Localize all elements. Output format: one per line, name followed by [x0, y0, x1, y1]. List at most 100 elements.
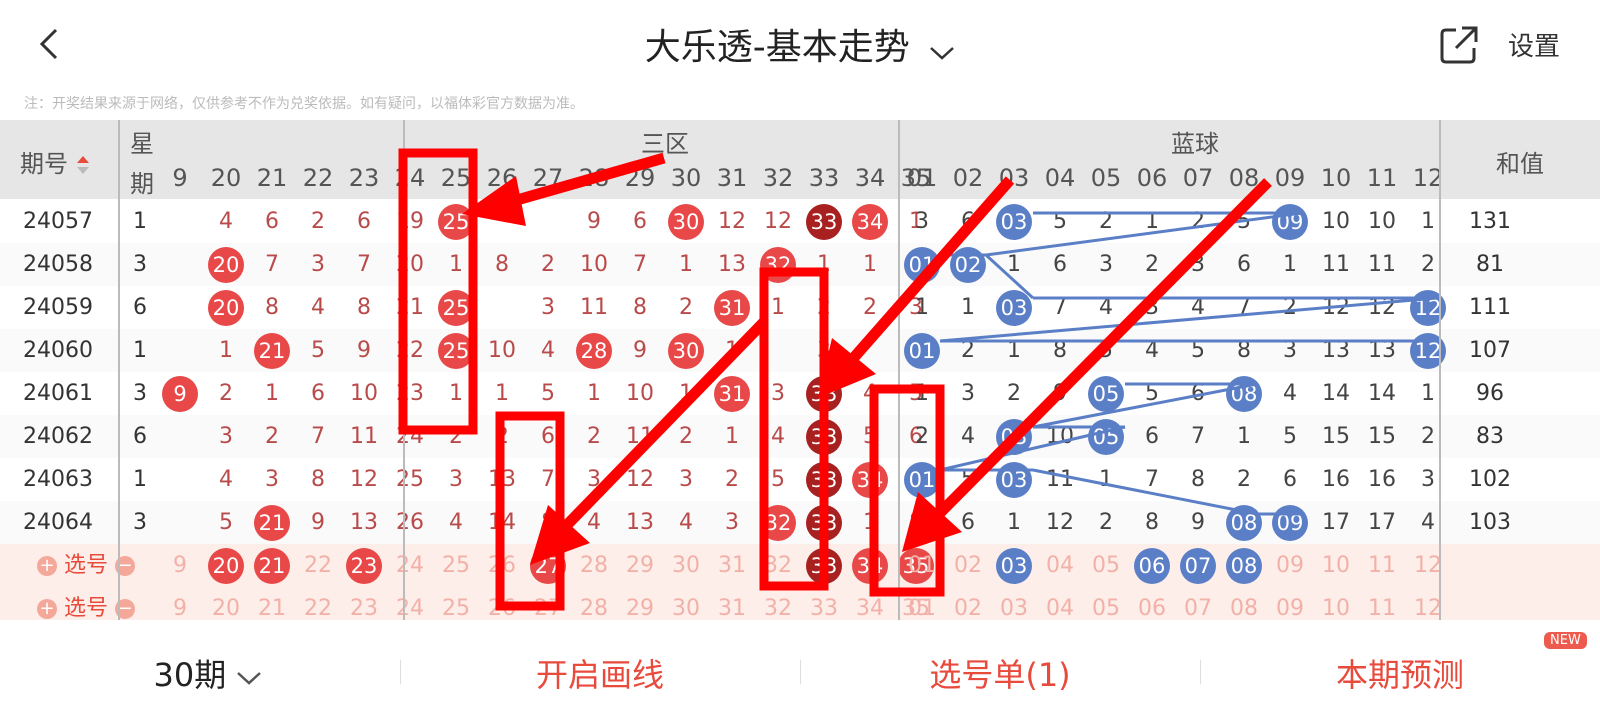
pick-blue-number[interactable]: 04 [1037, 587, 1083, 620]
pick-blue-number[interactable]: 09 [1267, 587, 1313, 620]
pick-blue-number[interactable]: 08 [1221, 587, 1267, 620]
pick-blue-number[interactable]: 05 [1083, 544, 1129, 588]
pick-red-number[interactable]: 29 [617, 544, 663, 588]
pick-red-number[interactable]: 26 [479, 544, 525, 588]
red-ball[interactable]: 25 [438, 333, 474, 369]
pick-red-number[interactable]: 32 [755, 587, 801, 620]
red-ball[interactable]: 9 [162, 376, 198, 412]
pick-red-number[interactable]: 24 [387, 587, 433, 620]
pick-red-number[interactable]: 29 [617, 587, 663, 620]
blue-ball[interactable]: 05 [1088, 419, 1124, 455]
pick-blue-number[interactable]: 10 [1313, 587, 1359, 620]
blue-ball[interactable]: 09 [1272, 505, 1308, 541]
red-ball[interactable]: 20 [208, 290, 244, 326]
red-ball[interactable]: 21 [254, 505, 290, 541]
pick-blue-number[interactable]: 07 [1175, 587, 1221, 620]
pick-blue-number[interactable]: 06 [1129, 587, 1175, 620]
pick-blue-number[interactable]: 05 [1083, 587, 1129, 620]
blue-ball[interactable]: 08 [1226, 376, 1262, 412]
pick-blue-number[interactable]: 10 [1313, 544, 1359, 588]
pick-red-number[interactable]: 20 [203, 587, 249, 620]
red-ball[interactable]: 21 [254, 333, 290, 369]
pick-red-number[interactable]: 9 [157, 587, 203, 620]
red-ball[interactable]: 34 [852, 204, 888, 240]
period-header[interactable]: 期号 [20, 144, 90, 179]
pick-red-number[interactable]: 28 [571, 587, 617, 620]
red-ball[interactable]: 33 [806, 462, 842, 498]
pick-blue-number[interactable]: 12 [1405, 587, 1451, 620]
pick-blue-number[interactable]: 09 [1267, 544, 1313, 588]
red-ball[interactable]: 33 [806, 505, 842, 541]
pick-blue-ball[interactable]: 07 [1180, 548, 1216, 584]
pick-blue-ball[interactable]: 06 [1134, 548, 1170, 584]
pick-blue-number[interactable]: 11 [1359, 587, 1405, 620]
pick-red-number[interactable]: 22 [295, 544, 341, 588]
pick-red-number[interactable]: 26 [479, 587, 525, 620]
red-ball[interactable]: 30 [668, 333, 704, 369]
blue-ball[interactable]: 03 [996, 290, 1032, 326]
pick-blue-number[interactable]: 02 [945, 587, 991, 620]
red-ball[interactable]: 33 [806, 419, 842, 455]
red-ball[interactable]: 34 [852, 462, 888, 498]
trend-table[interactable]: 期号 星 期 三区 蓝球 和值 9 20 21 22 23 24 25 26 27 28 29 30 3… [0, 120, 1600, 620]
pick-red-number[interactable]: 21 [249, 587, 295, 620]
pick-blue-number[interactable]: 02 [945, 544, 991, 588]
pick-red-ball[interactable]: 23 [346, 548, 382, 584]
red-ball[interactable]: 32 [760, 247, 796, 283]
blue-ball[interactable]: 03 [996, 204, 1032, 240]
pick-blue-number[interactable]: 11 [1359, 544, 1405, 588]
pick-red-ball[interactable]: 21 [254, 548, 290, 584]
blue-ball[interactable]: 01 [904, 462, 940, 498]
pick-list-button[interactable]: 选号单(1) [880, 650, 1120, 696]
pick-blue-number[interactable]: 01 [899, 544, 945, 588]
predict-button[interactable]: 本期预测 [1290, 650, 1510, 696]
pick-red-number[interactable]: 24 [387, 544, 433, 588]
red-ball[interactable]: 25 [438, 204, 474, 240]
pick-red-number[interactable]: 22 [295, 587, 341, 620]
pick-red-ball[interactable]: 27 [530, 548, 566, 584]
blue-ball[interactable]: 05 [1088, 376, 1124, 412]
page-title[interactable]: 大乐透-基本走势 [0, 18, 1600, 70]
settings-button[interactable]: 设置 [1508, 26, 1560, 63]
pick-red-ball[interactable]: 33 [806, 548, 842, 584]
pick-red-number[interactable]: 27 [525, 587, 571, 620]
add-icon[interactable]: + [36, 599, 57, 619]
blue-ball[interactable]: 03 [996, 419, 1032, 455]
pick-blue-number[interactable]: 04 [1037, 544, 1083, 588]
blue-ball[interactable]: 02 [950, 247, 986, 283]
blue-ball[interactable]: 03 [996, 462, 1032, 498]
share-icon[interactable] [1438, 24, 1480, 66]
pick-red-number[interactable]: 32 [755, 544, 801, 588]
pick-red-number[interactable]: 9 [157, 544, 203, 588]
pick-red-number[interactable]: 25 [433, 544, 479, 588]
pick-red-number[interactable]: 31 [709, 587, 755, 620]
pick-red-ball[interactable]: 20 [208, 548, 244, 584]
pick-blue-number[interactable]: 03 [991, 587, 1037, 620]
pick-blue-ball[interactable]: 03 [996, 548, 1032, 584]
draw-lines-button[interactable]: 开启画线 [500, 650, 700, 696]
red-ball[interactable]: 33 [806, 204, 842, 240]
red-ball[interactable]: 32 [760, 505, 796, 541]
pick-red-number[interactable]: 25 [433, 587, 479, 620]
red-ball[interactable]: 31 [714, 376, 750, 412]
pick-blue-number[interactable]: 01 [899, 587, 945, 620]
red-ball[interactable]: 28 [576, 333, 612, 369]
pick-red-ball[interactable]: 34 [852, 548, 888, 584]
pick-red-number[interactable]: 28 [571, 544, 617, 588]
red-ball[interactable]: 25 [438, 290, 474, 326]
pick-blue-ball[interactable]: 08 [1226, 548, 1262, 584]
pick-red-number[interactable]: 23 [341, 587, 387, 620]
pick-blue-number[interactable]: 12 [1405, 544, 1451, 588]
blue-ball[interactable]: 01 [904, 333, 940, 369]
red-ball[interactable]: 33 [806, 376, 842, 412]
red-ball[interactable]: 20 [208, 247, 244, 283]
pick-red-number[interactable]: 34 [847, 587, 893, 620]
pick-red-number[interactable]: 30 [663, 587, 709, 620]
period-selector[interactable]: 30期 [148, 650, 268, 696]
pick-red-number[interactable]: 30 [663, 544, 709, 588]
red-ball[interactable]: 31 [714, 290, 750, 326]
pick-red-number[interactable]: 33 [801, 587, 847, 620]
blue-ball[interactable]: 01 [904, 247, 940, 283]
pick-red-number[interactable]: 31 [709, 544, 755, 588]
add-icon[interactable]: + [36, 556, 57, 576]
